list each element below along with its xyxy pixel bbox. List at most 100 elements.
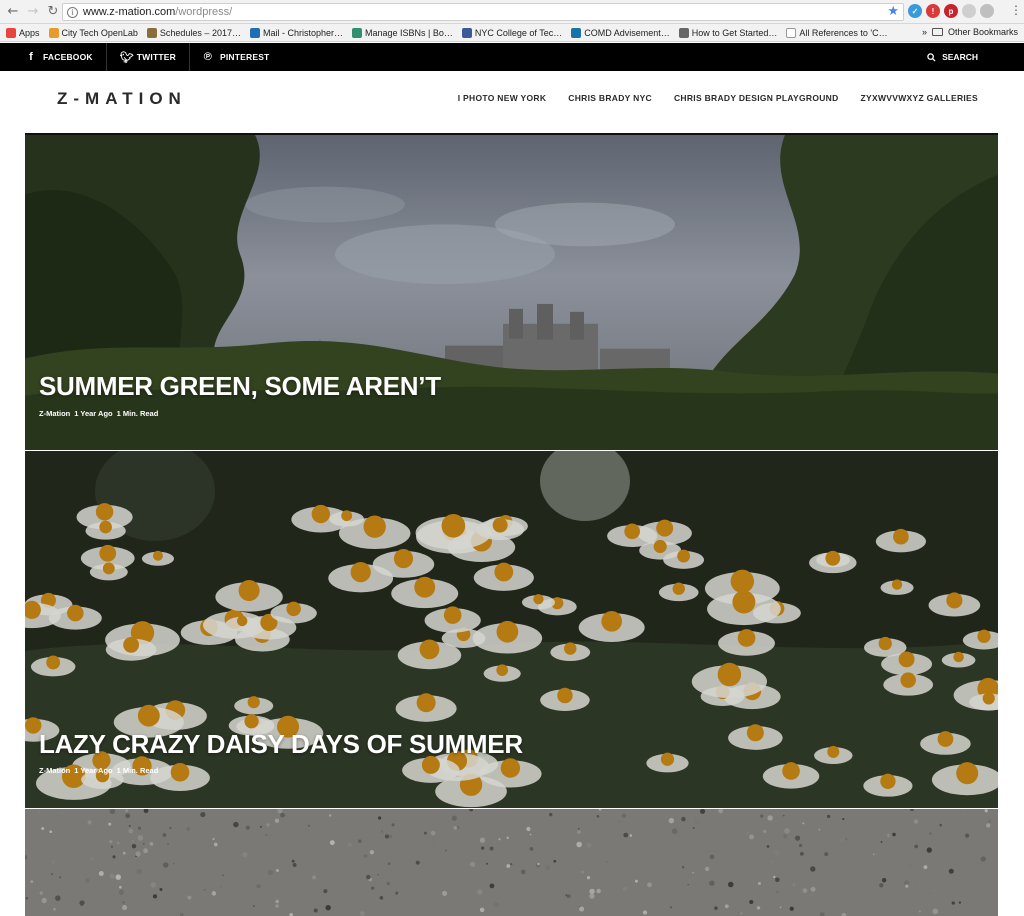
post-meta: Z-Mation 1 Year Ago 1 Min. Read xyxy=(39,409,158,418)
extension-gray-icon[interactable] xyxy=(962,4,976,18)
gravel-speck xyxy=(923,865,928,870)
facebook-label: FACEBOOK xyxy=(43,52,93,62)
gravel-speck xyxy=(766,845,770,848)
post-author[interactable]: Z-Mation xyxy=(39,766,70,775)
url-text[interactable]: www.z-mation.com/wordpress/ xyxy=(83,6,232,18)
reload-icon[interactable]: ↻ xyxy=(46,5,60,19)
gravel-speck xyxy=(589,888,595,895)
gravel-speck xyxy=(553,859,557,863)
gravel-speck xyxy=(808,889,812,893)
browser-toolbar: ← → ↻ i www.z-mation.com/wordpress/ ★ ✓ … xyxy=(0,0,1024,24)
post-card[interactable] xyxy=(25,809,998,916)
gravel-speck xyxy=(479,837,486,843)
nav-chris-brady-nyc[interactable]: CHRIS BRADY NYC xyxy=(568,93,652,103)
gravel-speck xyxy=(125,809,128,812)
gravel-speck xyxy=(329,840,335,846)
post-date: 1 Year Ago xyxy=(74,409,113,418)
gravel-speck xyxy=(810,886,816,892)
bookmark-apps[interactable]: Apps xyxy=(6,27,40,38)
extension-puzzle-icon[interactable] xyxy=(980,4,994,18)
folder-icon xyxy=(931,28,943,36)
gravel-speck xyxy=(150,882,157,888)
gravel-speck xyxy=(724,904,729,909)
gravel-speck xyxy=(115,874,122,880)
bookmark-mail[interactable]: Mail - Christopher… xyxy=(249,27,343,38)
gravel-speck xyxy=(589,893,595,899)
gravel-speck xyxy=(142,842,145,845)
gravel-speck xyxy=(709,880,715,886)
nav-i-photo-new-york[interactable]: I PHOTO NEW YORK xyxy=(458,93,547,103)
back-arrow-icon[interactable]: ← xyxy=(6,5,20,19)
bookmark-isbn[interactable]: Manage ISBNs | Bo… xyxy=(352,27,453,38)
gravel-speck xyxy=(472,900,475,903)
gravel-speck xyxy=(681,816,686,822)
gravel-speck xyxy=(980,856,986,862)
post-title[interactable]: SUMMER GREEN, SOME AREN’T xyxy=(39,371,441,402)
gravel-speck xyxy=(187,895,192,900)
pinterest-link[interactable]: ℗ PINTEREST xyxy=(190,43,283,71)
gravel-speck xyxy=(623,832,629,838)
twitter-link[interactable]: 🐦︎ TWITTER xyxy=(107,43,190,71)
gravel-speck xyxy=(213,842,218,847)
gravel-speck xyxy=(749,834,754,840)
pinterest-extension-icon[interactable]: p xyxy=(944,4,958,18)
gravel-speck xyxy=(98,871,104,877)
nav-design-playground[interactable]: CHRIS BRADY DESIGN PLAYGROUND xyxy=(674,93,839,103)
gravel-speck xyxy=(395,891,399,895)
gravel-speck xyxy=(668,817,675,824)
forward-arrow-icon[interactable]: → xyxy=(26,5,40,19)
gravel-speck xyxy=(39,891,43,895)
bookmarks-overflow-icon[interactable]: » xyxy=(922,27,927,37)
bookmark-get-started[interactable]: How to Get Started… xyxy=(678,27,777,38)
url-path: /wordpress/ xyxy=(175,6,233,18)
site-logo[interactable]: Z-MATION xyxy=(57,89,187,109)
gravel-speck xyxy=(259,825,263,828)
bookmark-references[interactable]: All References to 'C… xyxy=(786,27,888,38)
address-bar[interactable]: i www.z-mation.com/wordpress/ ★ xyxy=(62,3,904,21)
gravel-speck xyxy=(948,868,954,874)
gravel-speck xyxy=(291,859,295,863)
post-card[interactable]: LAZY CRAZY DAISY DAYS OF SUMMER Z-Mation… xyxy=(25,451,998,808)
gravel-speck xyxy=(41,897,47,904)
gravel-speck xyxy=(709,854,715,860)
gravel-speck xyxy=(792,883,796,887)
gravel-speck xyxy=(137,826,142,830)
gravel-speck xyxy=(118,889,125,896)
gravel-speck xyxy=(671,828,678,834)
gravel-speck xyxy=(41,827,45,830)
search-link[interactable]: SEARCH xyxy=(927,43,978,71)
extension-red-icon[interactable]: ! xyxy=(926,4,940,18)
gravel-speck xyxy=(430,840,436,845)
post-author[interactable]: Z-Mation xyxy=(39,409,70,418)
bookmark-star-icon[interactable]: ★ xyxy=(887,4,899,19)
gravel-speck xyxy=(577,830,582,835)
info-icon[interactable]: i xyxy=(67,6,78,18)
post-card[interactable]: SUMMER GREEN, SOME AREN’T Z-Mation 1 Yea… xyxy=(25,133,998,450)
bookmark-nyc-college[interactable]: NYC College of Tec… xyxy=(461,27,562,38)
gravel-speck xyxy=(775,877,780,882)
bookmark-openlab[interactable]: City Tech OpenLab xyxy=(48,27,138,38)
gravel-speck xyxy=(642,910,648,915)
nav-galleries[interactable]: ZYXWVVWXYZ GALLERIES xyxy=(861,93,978,103)
facebook-link[interactable]: f FACEBOOK xyxy=(0,43,107,71)
gravel-speck xyxy=(789,906,794,911)
post-title[interactable]: LAZY CRAZY DAISY DAYS OF SUMMER xyxy=(39,729,523,760)
nav-buttons: ← → ↻ xyxy=(0,5,62,19)
browser-menu-icon[interactable]: ⋮ xyxy=(1010,4,1022,16)
extension-blue-icon[interactable]: ✓ xyxy=(908,4,922,18)
gravel-speck xyxy=(880,841,883,843)
gravel-speck xyxy=(128,828,134,834)
gravel-speck xyxy=(776,891,779,894)
gravel-speck xyxy=(128,824,131,827)
bookmark-schedules[interactable]: Schedules – 2017… xyxy=(146,27,241,38)
gravel-speck xyxy=(809,893,814,897)
gravel-speck xyxy=(529,846,534,851)
gravel-speck xyxy=(965,833,970,838)
gravel-speck xyxy=(173,862,175,865)
bookmark-comd[interactable]: COMD Advisement… xyxy=(571,27,670,38)
gravel-speck xyxy=(892,832,896,837)
gravel-speck xyxy=(87,820,92,825)
other-bookmarks[interactable]: » Other Bookmarks xyxy=(922,27,1018,37)
gravel-speck xyxy=(51,860,55,864)
bookmarks-bar: Apps City Tech OpenLab Schedules – 2017…… xyxy=(0,24,1024,42)
